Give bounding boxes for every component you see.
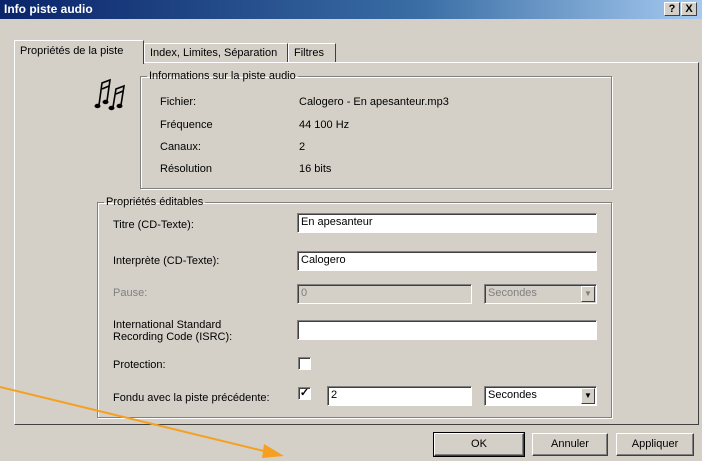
tab-track-properties[interactable]: Propriétés de la piste — [14, 40, 144, 64]
annotation-arrow — [0, 386, 284, 458]
tab-label: Propriétés de la piste — [20, 45, 124, 57]
